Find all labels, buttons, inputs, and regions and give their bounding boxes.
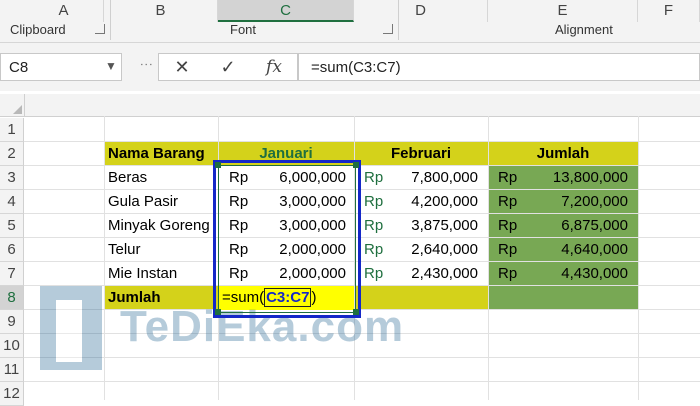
item-name[interactable]: Gula Pasir <box>108 190 218 214</box>
chevron-down-icon[interactable]: ▼ <box>105 59 117 73</box>
font-launcher-icon[interactable] <box>383 24 393 34</box>
column-header-d[interactable]: D <box>354 0 488 22</box>
name-box-value: C8 <box>9 59 29 76</box>
total-value[interactable]: 7,200,000 <box>522 190 628 214</box>
column-header-b[interactable]: B <box>104 0 218 22</box>
currency-label: Rp <box>498 241 518 258</box>
formula-buttons: ✕ ✓ fx <box>158 53 298 81</box>
item-name[interactable]: Minyak Goreng <box>108 214 218 238</box>
total-value[interactable]: 6,875,000 <box>522 214 628 238</box>
row-header-6[interactable]: 6 <box>0 238 24 262</box>
column-header-f[interactable]: F <box>638 0 700 22</box>
total-label[interactable]: Jumlah <box>108 286 161 310</box>
feb-value[interactable]: 4,200,000 <box>384 190 478 214</box>
select-all-button[interactable] <box>0 94 25 116</box>
ribbon-group-alignment: Alignment <box>555 22 613 37</box>
row-header-1[interactable]: 1 <box>0 118 24 142</box>
currency-label: Rp <box>364 241 384 258</box>
row-header-12[interactable]: 12 <box>0 382 24 406</box>
currency-label: Rp <box>498 169 518 186</box>
ribbon-group-font: Font <box>230 22 257 37</box>
drag-handle-icon[interactable]: ⋮ <box>139 58 154 71</box>
insert-function-icon[interactable]: fx <box>259 56 289 78</box>
header-jumlah[interactable]: Jumlah <box>488 142 638 166</box>
range-handle[interactable] <box>215 162 221 168</box>
row-header-7[interactable]: 7 <box>0 262 24 286</box>
header-februari[interactable]: Februari <box>354 142 488 166</box>
feb-value[interactable]: 3,875,000 <box>384 214 478 238</box>
total-value[interactable]: 4,430,000 <box>522 262 628 286</box>
gridline <box>24 357 700 358</box>
clipboard-launcher-icon[interactable] <box>95 24 105 34</box>
enter-icon[interactable]: ✓ <box>213 56 243 78</box>
select-all-icon <box>13 105 22 114</box>
gridline <box>24 381 700 382</box>
item-name[interactable]: Beras <box>108 166 218 190</box>
currency-label: Rp <box>498 217 518 234</box>
cancel-icon[interactable]: ✕ <box>167 56 197 78</box>
row-header-5[interactable]: 5 <box>0 214 24 238</box>
item-name[interactable]: Telur <box>108 238 218 262</box>
range-handle[interactable] <box>353 309 359 315</box>
row-header-3[interactable]: 3 <box>0 166 24 190</box>
currency-label: Rp <box>498 265 518 282</box>
formula-input[interactable]: =sum(C3:C7) <box>298 53 700 81</box>
total-value[interactable]: 13,800,000 <box>522 166 628 190</box>
range-selection-border <box>213 160 361 318</box>
row-header-4[interactable]: 4 <box>0 190 24 214</box>
row-header-9[interactable]: 9 <box>0 310 24 334</box>
currency-label: Rp <box>364 169 384 186</box>
header-nama-barang[interactable]: Nama Barang <box>108 142 205 166</box>
row-header-10[interactable]: 10 <box>0 334 24 358</box>
ribbon-group-clipboard: Clipboard <box>10 22 66 37</box>
feb-value[interactable]: 7,800,000 <box>384 166 478 190</box>
row-header-8[interactable]: 8 <box>0 286 24 310</box>
formula-text: =sum(C3:C7) <box>311 59 401 76</box>
currency-label: Rp <box>364 217 384 234</box>
column-header-c[interactable]: C <box>218 0 354 22</box>
range-handle[interactable] <box>353 162 359 168</box>
name-box[interactable]: C8 ▼ <box>0 53 122 81</box>
currency-label: Rp <box>364 265 384 282</box>
feb-value[interactable]: 2,640,000 <box>384 238 478 262</box>
column-header-row <box>0 94 700 117</box>
range-handle[interactable] <box>215 309 221 315</box>
row-header-11[interactable]: 11 <box>0 358 24 382</box>
column-header-e[interactable]: E <box>488 0 638 22</box>
gridline <box>24 333 700 334</box>
total-value[interactable]: 4,640,000 <box>522 238 628 262</box>
feb-value[interactable]: 2,430,000 <box>384 262 478 286</box>
currency-label: Rp <box>364 193 384 210</box>
row-header-2[interactable]: 2 <box>0 142 24 166</box>
item-name[interactable]: Mie Instan <box>108 262 218 286</box>
column-header-a[interactable]: A <box>24 0 104 22</box>
currency-label: Rp <box>498 193 518 210</box>
